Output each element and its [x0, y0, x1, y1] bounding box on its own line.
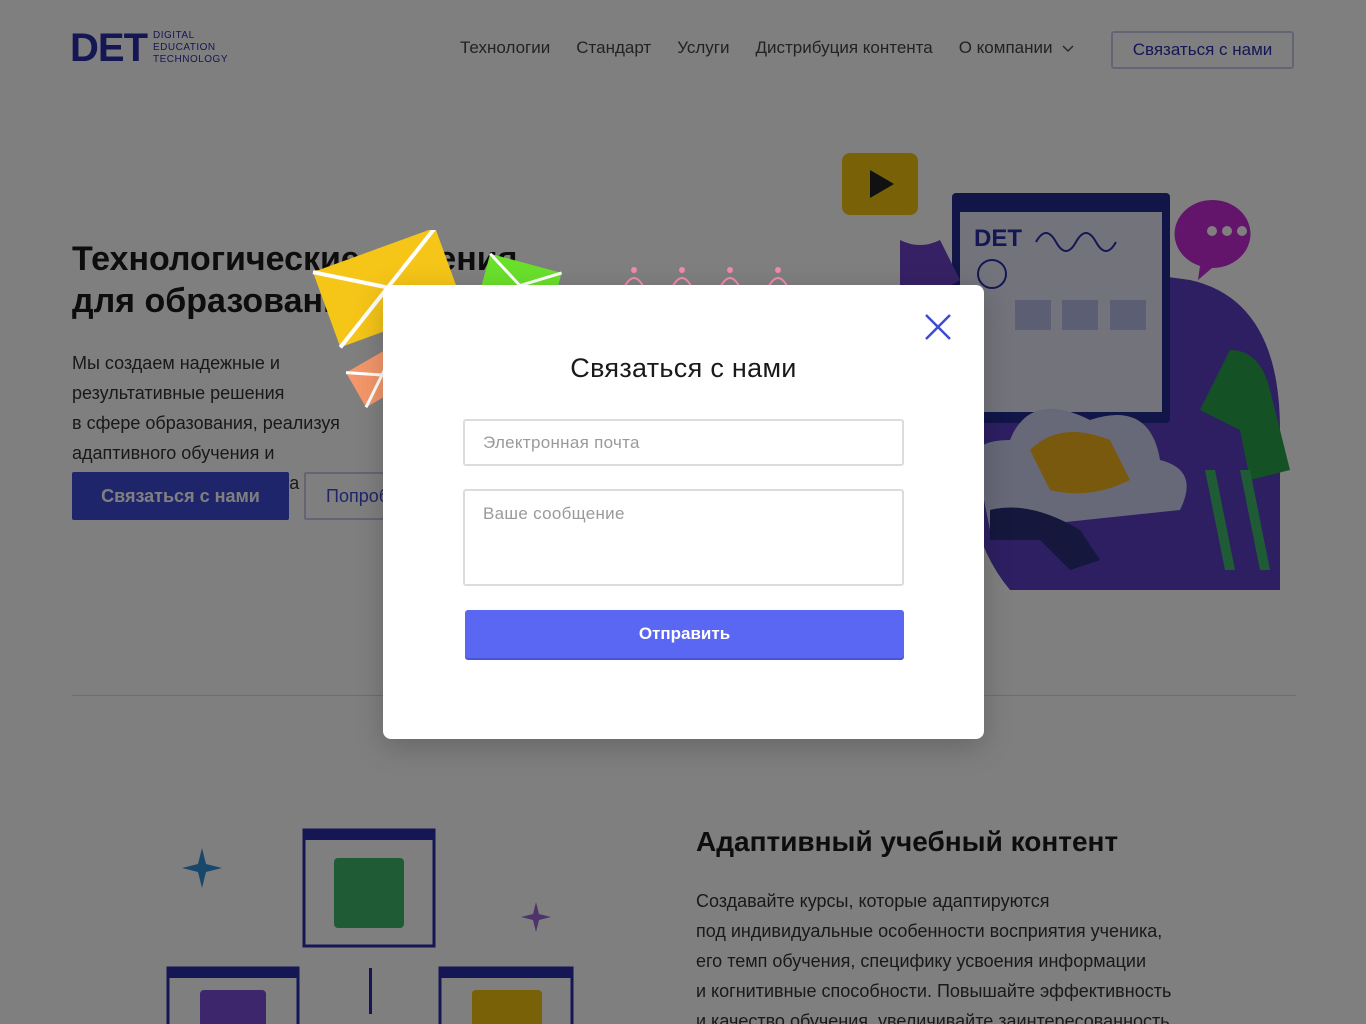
modal-title: Связаться с нами — [570, 353, 797, 383]
wave-dot — [631, 267, 637, 273]
wave-dot — [679, 267, 685, 273]
contact-modal: Связаться с нами Отправить — [383, 285, 984, 739]
email-field[interactable] — [463, 419, 904, 466]
close-icon[interactable] — [923, 312, 953, 342]
wave-dot — [727, 267, 733, 273]
submit-button[interactable]: Отправить — [465, 610, 904, 658]
wave-dot — [775, 267, 781, 273]
message-field[interactable] — [463, 489, 904, 586]
